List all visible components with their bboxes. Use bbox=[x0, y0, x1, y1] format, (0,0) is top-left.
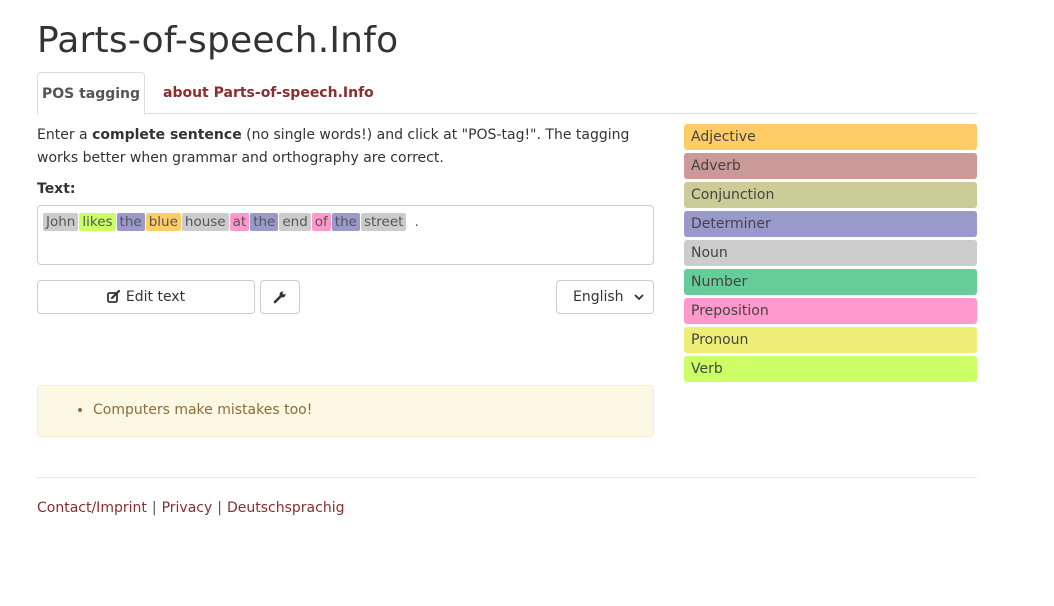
tagged-text-box[interactable]: John likes the blue house at the end of the street… bbox=[37, 205, 654, 265]
tab-bar: POS tagging about Parts-of-speech.Info bbox=[37, 72, 977, 115]
page-title: Parts-of-speech.Info bbox=[37, 20, 399, 61]
privacy-link[interactable]: Privacy bbox=[162, 500, 213, 516]
legend-item-adverb: Adverb bbox=[684, 153, 977, 179]
intro-text-bold: complete sentence bbox=[92, 127, 242, 143]
alert-item: Computers make mistakes too! bbox=[93, 402, 312, 418]
edit-text-label: Edit text bbox=[125, 289, 186, 305]
edit-text-button[interactable]: Edit text bbox=[37, 280, 255, 314]
token-noun: John bbox=[43, 213, 79, 231]
pos-legend: Adjective Adverb Conjunction Determiner Noun… bbox=[684, 124, 977, 385]
token-determiner: the bbox=[331, 213, 360, 231]
edit-icon bbox=[106, 290, 121, 304]
legend-item-verb: Verb bbox=[684, 356, 977, 382]
token-determiner: the bbox=[116, 213, 145, 231]
language-select-value: English bbox=[573, 289, 624, 305]
legend-item-conjunction: Conjunction bbox=[684, 182, 977, 208]
settings-button[interactable] bbox=[260, 280, 300, 314]
intro-text-part1: Enter a bbox=[37, 127, 93, 143]
token-adjective: blue bbox=[145, 213, 181, 231]
token-punctuation: . bbox=[414, 214, 419, 230]
language-select[interactable]: English bbox=[556, 280, 654, 314]
legend-item-noun: Noun bbox=[684, 240, 977, 266]
footer: Contact/Imprint | Privacy | Deutschsprachig bbox=[37, 500, 344, 516]
legend-item-adjective: Adjective bbox=[684, 124, 977, 150]
legend-item-preposition: Preposition bbox=[684, 298, 977, 324]
token-determiner: the bbox=[250, 213, 279, 231]
tab-about[interactable]: about Parts-of-speech.Info bbox=[148, 72, 389, 114]
wrench-icon bbox=[273, 290, 287, 304]
footer-separator: | bbox=[217, 500, 222, 516]
chevron-down-icon bbox=[634, 293, 644, 301]
intro-text: Enter a complete sentence (no single wor… bbox=[37, 124, 657, 170]
warning-alert: Computers make mistakes too! bbox=[37, 385, 654, 437]
token-preposition: at bbox=[229, 213, 250, 231]
legend-item-number: Number bbox=[684, 269, 977, 295]
tab-pos-tagging[interactable]: POS tagging bbox=[37, 72, 145, 115]
token-preposition: of bbox=[311, 213, 331, 231]
legend-item-pronoun: Pronoun bbox=[684, 327, 977, 353]
footer-divider bbox=[37, 477, 977, 478]
token-verb: likes bbox=[79, 213, 116, 231]
token-noun: house bbox=[181, 213, 229, 231]
alert-list: Computers make mistakes too! bbox=[93, 402, 312, 418]
text-label: Text: bbox=[37, 181, 76, 197]
deutschsprachig-link[interactable]: Deutschsprachig bbox=[227, 500, 344, 516]
token-noun: end bbox=[279, 213, 311, 231]
footer-separator: | bbox=[151, 500, 157, 516]
legend-item-determiner: Determiner bbox=[684, 211, 977, 237]
token-noun: street bbox=[360, 213, 407, 231]
contact-imprint-link[interactable]: Contact/Imprint bbox=[37, 500, 147, 516]
